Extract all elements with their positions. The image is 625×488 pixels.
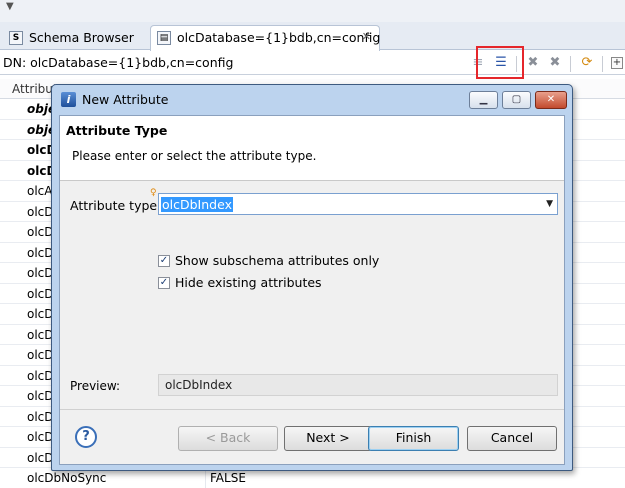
attribute-type-combo[interactable]: olcDbIndex ▼ bbox=[158, 193, 558, 215]
dn-text: DN: olcDatabase={1}bdb,cn=config bbox=[3, 55, 234, 70]
cancel-button[interactable]: Cancel bbox=[467, 426, 557, 451]
attribute-cell: olcDbNoSync bbox=[27, 471, 107, 485]
finish-button[interactable]: Finish bbox=[368, 426, 459, 451]
show-subschema-label[interactable]: Show subschema attributes only bbox=[175, 253, 379, 268]
dialog-title: New Attribute bbox=[82, 92, 169, 107]
wizard-header: Attribute Type Please enter or select th… bbox=[60, 116, 564, 181]
tab-label: olcDatabase={1}bdb,cn=config bbox=[177, 30, 381, 45]
hide-existing-label[interactable]: Hide existing attributes bbox=[175, 275, 322, 290]
maximize-button[interactable]: ▢ bbox=[502, 91, 531, 109]
preview-value: olcDbIndex bbox=[165, 378, 233, 392]
refresh-icon[interactable]: ⟳ bbox=[578, 54, 596, 72]
tab-entry-editor[interactable]: ▤ olcDatabase={1}bdb,cn=config ✕ bbox=[150, 25, 380, 51]
delete-all-icon[interactable]: ✖ bbox=[546, 54, 564, 72]
close-tab-icon[interactable]: ✕ bbox=[362, 30, 371, 43]
view-menu-strip: ▼ bbox=[0, 0, 625, 22]
minimize-button[interactable]: ▁ bbox=[469, 91, 498, 109]
preview-field: olcDbIndex bbox=[158, 374, 558, 396]
dropdown-arrow-icon[interactable]: ▼ bbox=[546, 199, 553, 209]
preview-label: Preview: bbox=[70, 379, 121, 393]
delete-icon[interactable]: ✖ bbox=[524, 54, 542, 72]
wizard-description: Please enter or select the attribute typ… bbox=[72, 149, 317, 163]
help-icon[interactable]: ? bbox=[75, 426, 97, 448]
highlight-box bbox=[476, 46, 524, 79]
tab-label: Schema Browser bbox=[29, 30, 134, 45]
show-subschema-checkbox[interactable]: ✓ bbox=[158, 255, 170, 267]
chevron-down-icon[interactable]: ▼ bbox=[6, 1, 14, 12]
new-attribute-dialog: i New Attribute ▁ ▢ ✕ Attribute Type Ple… bbox=[51, 84, 573, 471]
info-icon: i bbox=[61, 92, 76, 107]
schema-icon: S bbox=[9, 31, 23, 45]
next-button[interactable]: Next > bbox=[284, 426, 372, 451]
hide-existing-checkbox[interactable]: ✓ bbox=[158, 277, 170, 289]
dialog-titlebar[interactable]: i New Attribute ▁ ▢ ✕ bbox=[52, 85, 572, 113]
attribute-type-label: Attribute type: bbox=[70, 198, 162, 213]
dialog-body: Attribute Type Please enter or select th… bbox=[59, 115, 565, 465]
wizard-heading: Attribute Type bbox=[66, 123, 168, 138]
close-button[interactable]: ✕ bbox=[535, 91, 567, 109]
tab-schema-browser[interactable]: S Schema Browser bbox=[2, 25, 148, 50]
button-divider bbox=[60, 409, 564, 410]
expand-icon[interactable]: + bbox=[611, 57, 623, 69]
content-assist-icon: ♀ bbox=[150, 188, 157, 198]
editor-tabs: S Schema Browser ▤ olcDatabase={1}bdb,cn… bbox=[0, 22, 625, 51]
dn-bar: DN: olcDatabase={1}bdb,cn=config ≡ ☰ ✖ ✖… bbox=[0, 51, 625, 75]
value-cell: FALSE bbox=[210, 471, 246, 485]
back-button[interactable]: < Back bbox=[178, 426, 278, 451]
table-row[interactable]: olcDbNoSync FALSE bbox=[0, 468, 625, 488]
entry-icon: ▤ bbox=[157, 31, 171, 45]
attribute-type-value: olcDbIndex bbox=[161, 197, 233, 212]
